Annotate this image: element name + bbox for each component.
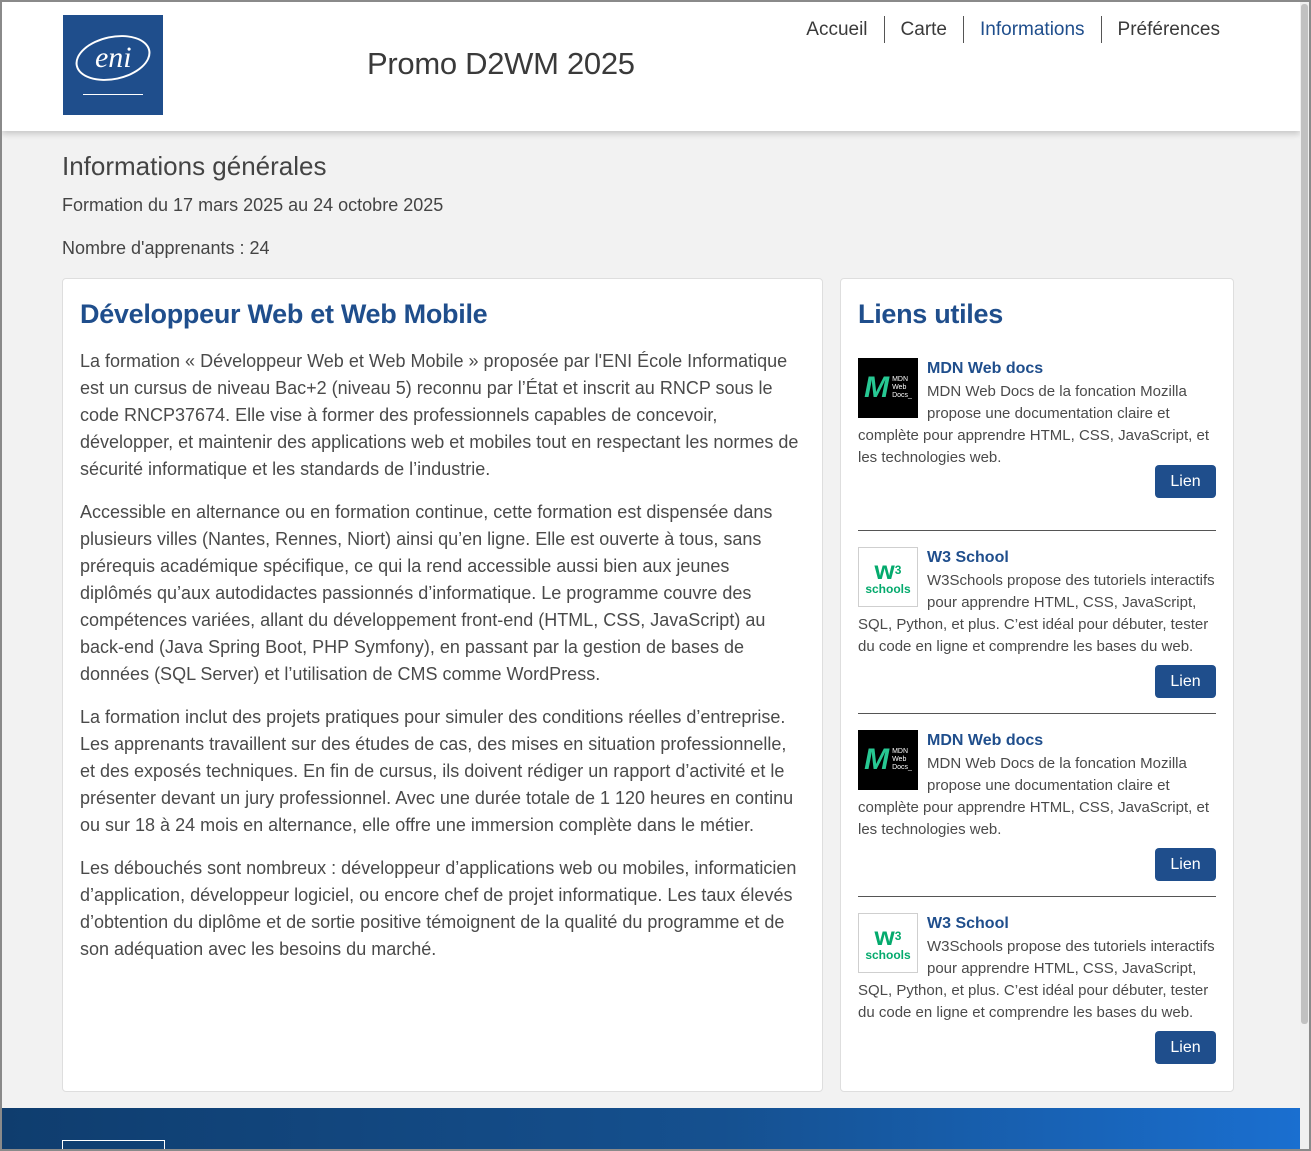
page-title: Informations générales [62, 151, 327, 181]
w3schools-logo-icon: w3 schools [858, 547, 918, 607]
link-item-mdn: M MDN Web Docs_ MDN Web docs MDN Web Doc… [858, 714, 1216, 897]
site-header: eni Promo D2WM 2025 Accueil Carte Inform… [2, 2, 1300, 131]
description-paragraph: La formation « Développeur Web et Web Mo… [80, 351, 799, 479]
nav-item-accueil[interactable]: Accueil [790, 16, 883, 43]
training-description-card: Développeur Web et Web Mobile La formati… [62, 278, 823, 1092]
logo-ring: eni [71, 28, 155, 87]
training-dates: Formation du 17 mars 2025 au 24 octobre … [62, 195, 444, 215]
site-footer [2, 1108, 1300, 1151]
link-item-w3schools: w3 schools W3 School W3Schools propose d… [858, 531, 1216, 714]
training-title: Développeur Web et Web Mobile [80, 299, 488, 329]
description-paragraph: La formation inclut des projets pratique… [80, 707, 794, 835]
logo-text: eni [94, 40, 132, 74]
eni-logo[interactable]: eni [63, 15, 163, 115]
main-nav: Accueil Carte Informations Préférences [790, 16, 1220, 43]
link-button[interactable]: Lien [1155, 665, 1216, 698]
link-item-w3schools: w3 schools W3 School W3Schools propose d… [858, 897, 1216, 1080]
link-button[interactable]: Lien [1155, 848, 1216, 881]
scrollbar-thumb[interactable] [1301, 4, 1308, 1024]
site-title: Promo D2WM 2025 [367, 46, 635, 81]
useful-links-card: Liens utiles M MDN Web Docs_ MDN Web doc… [840, 278, 1234, 1092]
nav-item-carte[interactable]: Carte [883, 16, 963, 43]
link-item-mdn: M MDN Web Docs_ MDN Web docs MDN Web Doc… [858, 348, 1216, 531]
nav-item-informations[interactable]: Informations [963, 16, 1101, 43]
link-button[interactable]: Lien [1155, 1031, 1216, 1064]
nav-item-preferences[interactable]: Préférences [1100, 16, 1220, 43]
link-button[interactable]: Lien [1155, 465, 1216, 498]
learner-count: Nombre d'apprenants : 24 [62, 238, 270, 258]
mdn-logo-icon: M MDN Web Docs_ [858, 358, 918, 418]
logo-underline [83, 93, 143, 95]
footer-logo [62, 1140, 165, 1151]
useful-links-title: Liens utiles [858, 299, 1003, 329]
w3schools-logo-icon: w3 schools [858, 913, 918, 973]
description-paragraph: Accessible en alternance ou en formation… [80, 502, 773, 684]
mdn-logo-icon: M MDN Web Docs_ [858, 730, 918, 790]
description-paragraph: Les débouchés sont nombreux : développeu… [80, 858, 797, 959]
